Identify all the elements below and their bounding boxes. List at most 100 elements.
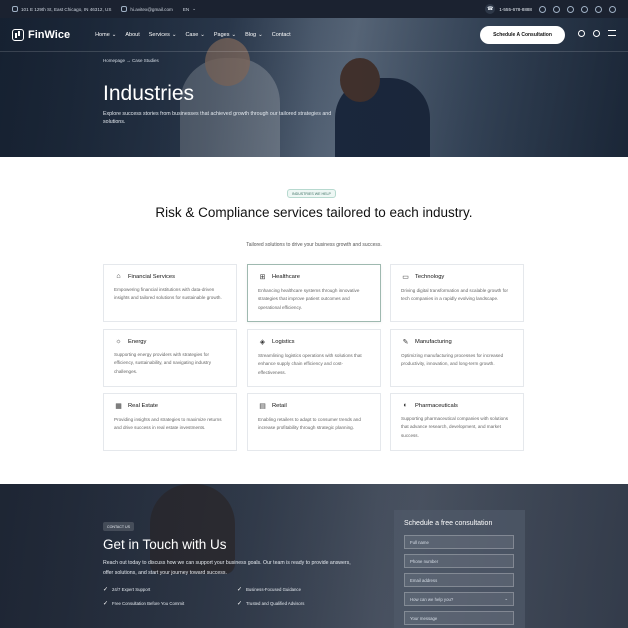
address-info: 101 E 129th St, East Chicago, IN 46312, … [12, 6, 111, 12]
nav-label[interactable]: Services [149, 32, 170, 38]
nav-label[interactable]: Home [95, 32, 110, 38]
nav-menu: Home ⌄ About Services ⌄ Case ⌄ Pages ⌄ Blog ⌄… [95, 32, 291, 38]
phone-number[interactable]: 1-555-678-8888 [499, 7, 532, 12]
consultation-form: Schedule a free consultation Full name P… [394, 510, 525, 628]
building-icon: ▦ [115, 403, 122, 410]
feature-label: Free Consultation Before You Commit [112, 601, 185, 606]
mail-icon [121, 6, 128, 12]
card-desc: Empowering financial institutions with d… [114, 287, 222, 301]
section-badge: INDUSTRIES WE HELP [287, 189, 336, 198]
card-title: Retail [272, 403, 287, 409]
language-select[interactable]: EN ⌄ [183, 6, 196, 12]
form-title: Schedule a free consultation [404, 520, 493, 527]
medical-case-icon: ⊞ [259, 274, 266, 281]
card-desc: Enabling retailers to adapt to consumer … [258, 417, 361, 431]
breadcrumb[interactable]: Homepage → Case Studies [103, 58, 159, 63]
nav-item-about[interactable]: About [125, 32, 139, 38]
facebook-icon[interactable] [595, 5, 602, 13]
field-placeholder[interactable]: Phone number [410, 559, 438, 564]
field-placeholder[interactable]: Full name [410, 540, 429, 545]
schedule-consultation-button[interactable]: Schedule A Consultation [480, 26, 565, 44]
phone-field[interactable]: Phone number [404, 554, 514, 568]
industry-card-logistics[interactable]: ◈ Logistics Streamlining logistics operat… [247, 329, 381, 387]
check-icon: ✓ [103, 601, 109, 607]
nav-item-case[interactable]: Case ⌄ [185, 32, 204, 38]
telegram-icon[interactable] [609, 5, 616, 13]
chevron-down-icon: ⌄ [171, 31, 177, 38]
brand-name[interactable]: FinWice [28, 29, 70, 41]
industry-card-retail[interactable]: ▤ Retail Enabling retailers to adapt to c… [247, 393, 381, 451]
industry-card-healthcare[interactable]: ⊞ Healthcare Enhancing healthcare systems… [247, 264, 381, 322]
feature-label: Trusted and Qualified Advisors [246, 601, 305, 606]
nav-item-services[interactable]: Services ⌄ [149, 32, 177, 38]
logo-icon [12, 28, 24, 41]
cart-icon[interactable] [593, 30, 600, 37]
field-placeholder[interactable]: Email address [410, 578, 437, 583]
nav-item-home[interactable]: Home ⌄ [95, 32, 116, 38]
email-text[interactable]: hi.avitex@gmail.com [130, 7, 172, 12]
top-info-bar: 101 E 129th St, East Chicago, IN 46312, … [0, 0, 628, 18]
page-title: Industries [103, 82, 195, 105]
search-icon[interactable] [578, 30, 585, 37]
feature-label: 24/7 Expert Support [112, 587, 151, 592]
card-title: Financial Services [128, 273, 176, 280]
industry-card-manufacturing[interactable]: ✎ Manufacturing Optimizing manufacturing … [390, 329, 524, 387]
bank-icon: ⌂ [116, 273, 121, 280]
card-desc: Providing insights and strategies to max… [114, 417, 222, 431]
nav-label[interactable]: Blog [245, 32, 256, 38]
feature-item: ✓ Trusted and Qualified Advisors [237, 600, 304, 607]
section-subtitle: Tailored solutions to drive your busines… [246, 242, 382, 248]
brand-logo[interactable]: FinWice [12, 28, 70, 41]
help-select[interactable]: How can we help you? ⌄ [404, 592, 514, 606]
contact-description: Reach out today to discuss how we can su… [103, 560, 351, 576]
industry-card-real-estate[interactable]: ▦ Real Estate Providing insights and stra… [103, 393, 237, 451]
card-desc: Supporting pharmaceutical companies with… [401, 416, 508, 438]
full-name-field[interactable]: Full name [404, 535, 514, 549]
contact-title: Get in Touch with Us [103, 537, 227, 552]
card-title: Energy [128, 338, 147, 345]
card-desc: Streamlining logistics operations with s… [258, 353, 362, 375]
contact-section: CONTACT US Get in Touch with Us Reach ou… [0, 484, 628, 628]
field-placeholder[interactable]: How can we help you? [410, 597, 453, 602]
whatsapp-icon[interactable] [539, 5, 546, 13]
section-title: Risk & Compliance services tailored to e… [155, 205, 473, 220]
nav-label[interactable]: Pages [214, 32, 230, 38]
pill-icon: ◐ [403, 402, 408, 409]
x-icon[interactable] [567, 5, 574, 13]
card-desc: Driving digital transformation and scala… [401, 288, 508, 302]
industry-card-financial-services[interactable]: ⌂ Financial Services Empowering financial… [103, 264, 237, 322]
check-icon: ✓ [103, 587, 109, 593]
chevron-down-icon: ⌄ [200, 31, 205, 38]
nav-item-contact[interactable]: Contact [272, 32, 291, 38]
location-icon [12, 6, 18, 12]
nav-item-blog[interactable]: Blog ⌄ [245, 32, 263, 38]
nav-label[interactable]: Contact [272, 32, 291, 38]
feature-item: ✓ Business-Focused Guidance [237, 586, 301, 593]
card-desc: Supporting energy providers with strateg… [114, 352, 212, 374]
nav-item-pages[interactable]: Pages ⌄ [214, 32, 236, 38]
tools-icon: ✎ [402, 339, 409, 346]
feature-item: ✓ Free Consultation Before You Commit [103, 600, 184, 607]
feature-item: ✓ 24/7 Expert Support [103, 586, 150, 593]
instagram-icon[interactable] [581, 5, 588, 13]
nav-label[interactable]: Case [185, 32, 198, 38]
skype-icon[interactable] [553, 5, 560, 13]
chevron-down-icon: ⌄ [504, 596, 508, 601]
industry-card-technology[interactable]: ▭ Technology Driving digital transformati… [390, 264, 524, 322]
page: 101 E 129th St, East Chicago, IN 46312, … [0, 0, 628, 628]
page-subtitle: Explore success stories from businesses … [103, 111, 332, 125]
industry-card-pharmaceuticals[interactable]: ◐ Pharmaceuticals Supporting pharmaceutic… [390, 393, 524, 451]
phone-link[interactable]: ☎ 1-555-678-8888 [485, 4, 532, 14]
language-label[interactable]: EN [183, 7, 189, 12]
message-field[interactable]: Your message [404, 611, 514, 625]
chevron-down-icon: ⌄ [258, 31, 263, 38]
email-field[interactable]: Email address [404, 573, 514, 587]
nav-label[interactable]: About [125, 32, 139, 38]
chevron-down-icon: ⌄ [111, 31, 117, 38]
check-icon: ✓ [237, 587, 243, 593]
address-text: 101 E 129th St, East Chicago, IN 46312, … [21, 6, 112, 12]
menu-icon[interactable] [608, 30, 616, 36]
industry-card-energy[interactable]: ☼ Energy Supporting energy providers with… [103, 329, 237, 387]
email-info[interactable]: hi.avitex@gmail.com [121, 6, 173, 12]
field-placeholder[interactable]: Your message [410, 616, 437, 621]
